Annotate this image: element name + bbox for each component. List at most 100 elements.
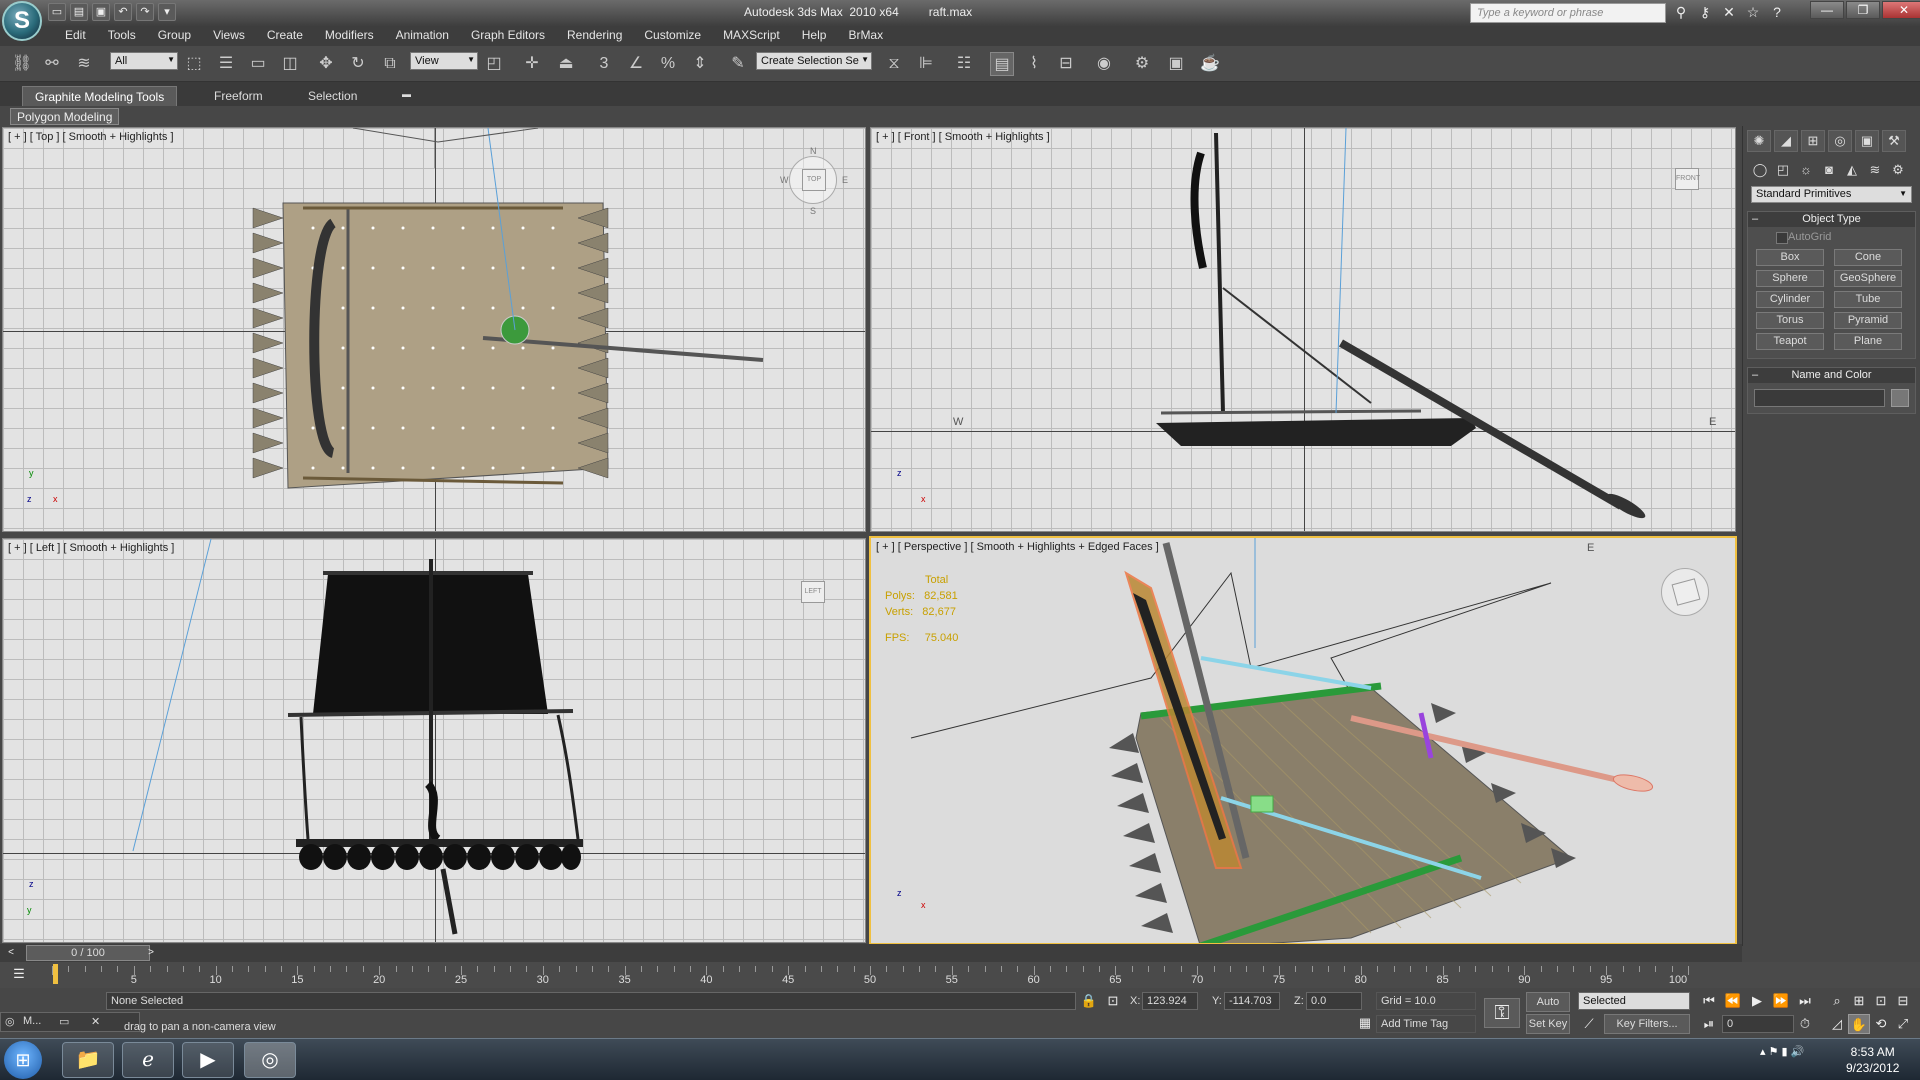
favorites-icon[interactable]: ☆ xyxy=(1744,3,1762,21)
angle-snap-icon[interactable]: ∠ xyxy=(624,52,648,76)
redo-icon[interactable]: ↷ xyxy=(136,3,154,21)
internet-explorer-taskbar-icon[interactable]: ℯ xyxy=(122,1042,174,1078)
rotate-icon[interactable]: ↻ xyxy=(346,52,370,76)
menu-tools[interactable]: Tools xyxy=(97,26,147,46)
minimize-button[interactable]: — xyxy=(1810,1,1844,19)
system-clock[interactable]: 8:53 AM 9/23/2012 xyxy=(1846,1044,1899,1076)
box-button[interactable]: Box xyxy=(1756,249,1824,266)
menu-modifiers[interactable]: Modifiers xyxy=(314,26,385,46)
link-icon[interactable]: ⛓ xyxy=(10,52,34,76)
viewport-perspective[interactable]: [ + ] [ Perspective ] [ Smooth + Highlig… xyxy=(869,536,1737,945)
set-key-icon[interactable]: ⚿ xyxy=(1484,998,1520,1028)
project-folder-icon[interactable]: ▾ xyxy=(158,3,176,21)
display-tab-icon[interactable]: ▣ xyxy=(1855,130,1879,152)
snaps-toggle-icon[interactable]: 3 xyxy=(592,52,616,76)
tools-icon[interactable]: ✕ xyxy=(1720,3,1738,21)
percent-snap-icon[interactable]: % xyxy=(656,52,680,76)
viewcube-face[interactable]: TOP xyxy=(802,169,826,191)
polygon-modeling-panel[interactable]: Polygon Modeling xyxy=(10,108,120,125)
undo-icon[interactable]: ↶ xyxy=(114,3,132,21)
media-player-taskbar-icon[interactable]: ▶ xyxy=(182,1042,234,1078)
move-icon[interactable]: ✥ xyxy=(314,52,338,76)
tab-freeform[interactable]: Freeform xyxy=(202,86,275,106)
object-type-header[interactable]: Object Type xyxy=(1748,212,1915,227)
pivot-center-icon[interactable]: ◰ xyxy=(482,52,506,76)
rendered-frame-window-icon[interactable]: ▣ xyxy=(1164,52,1188,76)
tab-selection[interactable]: Selection xyxy=(296,86,369,106)
motion-tab-icon[interactable]: ◎ xyxy=(1828,130,1852,152)
menu-group[interactable]: Group xyxy=(147,26,202,46)
ribbon-options-icon[interactable]: ▬ xyxy=(390,86,423,106)
viewcube[interactable]: FRONT xyxy=(1663,156,1711,204)
window-crossing-icon[interactable]: ◫ xyxy=(278,52,302,76)
viewport-label[interactable]: [ + ] [ Front ] [ Smooth + Highlights ] xyxy=(876,131,1050,143)
viewport-label[interactable]: [ + ] [ Perspective ] [ Smooth + Highlig… xyxy=(876,541,1159,553)
helpers-icon[interactable]: ◭ xyxy=(1843,162,1861,178)
restore-icon[interactable]: ▭ xyxy=(59,1015,69,1028)
add-time-tag-button[interactable]: Add Time Tag xyxy=(1376,1015,1476,1033)
menu-help[interactable]: Help xyxy=(791,26,838,46)
search-input[interactable]: Type a keyword or phrase xyxy=(1470,3,1666,23)
system-tray-icons[interactable]: ▴ ⚑ ▮ 🔊 xyxy=(1760,1045,1804,1058)
menu-customize[interactable]: Customize xyxy=(633,26,712,46)
absolute-mode-icon[interactable]: ⊡ xyxy=(1102,991,1124,1011)
lights-icon[interactable]: ☼ xyxy=(1797,162,1815,178)
name-and-color-header[interactable]: Name and Color xyxy=(1748,368,1915,383)
viewport-label[interactable]: [ + ] [ Top ] [ Smooth + Highlights ] xyxy=(8,131,174,143)
time-tag-icon[interactable]: ▦ xyxy=(1354,1013,1376,1033)
reference-coordinate-dropdown[interactable]: View xyxy=(410,52,478,70)
viewcube[interactable]: TOP N S W E xyxy=(780,146,848,216)
edit-named-selection-icon[interactable]: ✎ xyxy=(726,52,750,76)
cameras-icon[interactable]: ◙ xyxy=(1820,162,1838,178)
keyboard-shortcut-override-icon[interactable]: ⏏ xyxy=(554,52,578,76)
3ds-max-taskbar-icon[interactable]: ◎ xyxy=(244,1042,296,1078)
mini-curve-editor-icon[interactable]: ☰ xyxy=(8,964,30,984)
cone-button[interactable]: Cone xyxy=(1834,249,1902,266)
set-key-button[interactable]: Set Key xyxy=(1526,1014,1570,1034)
cylinder-button[interactable]: Cylinder xyxy=(1756,291,1824,308)
close-button[interactable]: ✕ xyxy=(1882,1,1920,19)
viewcube[interactable]: LEFT xyxy=(789,569,837,617)
x-coordinate-field[interactable]: 123.924 xyxy=(1142,992,1198,1010)
space-warps-icon[interactable]: ≋ xyxy=(1866,162,1884,178)
object-color-swatch[interactable] xyxy=(1891,389,1909,407)
binoculars-icon[interactable]: ⚲ xyxy=(1672,3,1690,21)
menu-animation[interactable]: Animation xyxy=(385,26,460,46)
tube-button[interactable]: Tube xyxy=(1834,291,1902,308)
modify-tab-icon[interactable]: ◢ xyxy=(1774,130,1798,152)
auto-key-button[interactable]: Auto Key xyxy=(1526,992,1570,1026)
render-production-icon[interactable]: ☕ xyxy=(1198,52,1222,76)
y-coordinate-field[interactable]: -114.703 xyxy=(1224,992,1280,1010)
utilities-tab-icon[interactable]: ⚒ xyxy=(1882,130,1906,152)
create-tab-icon[interactable]: ✺ xyxy=(1747,130,1771,152)
slider-prev-icon[interactable]: < xyxy=(0,943,22,963)
next-frame-icon[interactable]: ⏩ xyxy=(1770,991,1792,1011)
systems-icon[interactable]: ⚙ xyxy=(1889,162,1907,178)
save-file-icon[interactable]: ▣ xyxy=(92,3,110,21)
viewport-left[interactable]: [ + ] [ Left ] [ Smooth + Highlights ] L… xyxy=(2,538,866,943)
slider-next-icon[interactable]: > xyxy=(140,943,162,963)
graphite-toggle-icon[interactable]: ▤ xyxy=(990,52,1014,76)
mirror-icon[interactable]: ⧖ xyxy=(882,52,906,76)
field-of-view-icon[interactable]: ◿ xyxy=(1826,1014,1848,1034)
plane-button[interactable]: Plane xyxy=(1834,333,1902,350)
bind-space-warp-icon[interactable]: ≋ xyxy=(72,52,96,76)
named-selection-dropdown[interactable]: Create Selection Se xyxy=(756,52,872,70)
rectangular-selection-icon[interactable]: ▭ xyxy=(246,52,270,76)
default-tangents-icon[interactable]: ⟋ xyxy=(1578,1014,1600,1034)
zoom-all-icon[interactable]: ⊞ xyxy=(1848,991,1870,1011)
maximize-viewport-icon[interactable]: ⤢ xyxy=(1892,1014,1914,1034)
go-to-start-icon[interactable]: ⏮ xyxy=(1698,991,1720,1011)
tab-graphite-modeling-tools[interactable]: Graphite Modeling Tools xyxy=(22,86,178,106)
geometry-icon[interactable]: ◯ xyxy=(1751,162,1769,178)
current-frame-field[interactable]: 0 xyxy=(1722,1015,1794,1033)
viewport-label[interactable]: [ + ] [ Left ] [ Smooth + Highlights ] xyxy=(8,542,174,554)
pan-view-icon[interactable]: ✋ xyxy=(1848,1014,1870,1034)
zoom-extents-icon[interactable]: ⊡ xyxy=(1870,991,1892,1011)
menu-rendering[interactable]: Rendering xyxy=(556,26,633,46)
schematic-view-icon[interactable]: ⊟ xyxy=(1054,52,1078,76)
viewport-front[interactable]: [ + ] [ Front ] [ Smooth + Highlights ] … xyxy=(870,127,1736,532)
select-by-name-icon[interactable]: ☰ xyxy=(214,52,238,76)
key-mode-dropdown[interactable]: Selected xyxy=(1578,992,1690,1010)
key-icon[interactable]: ⚷ xyxy=(1696,3,1714,21)
